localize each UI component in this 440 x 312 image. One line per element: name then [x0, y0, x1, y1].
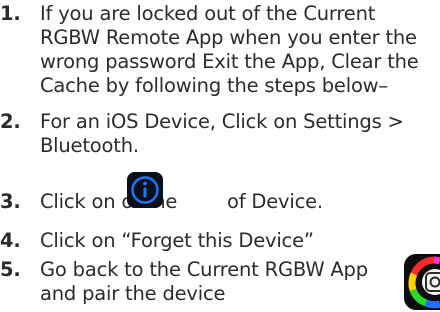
- step-text-line: and pair the device: [40, 282, 226, 305]
- step-3: 3. Click on of the of Device.: [0, 190, 425, 214]
- info-icon: [127, 172, 163, 208]
- step-number: 2.: [0, 110, 21, 133]
- step-text: Go back to the Current RGBW App and pair…: [40, 258, 430, 306]
- step-text-line: Go back to the Current RGBW App: [40, 258, 368, 281]
- step-text-line: For an iOS Device, Click on Settings >: [40, 110, 404, 133]
- step-text-line: Bluetooth.: [40, 134, 139, 157]
- step-text-line: Cache by following the steps below–: [40, 74, 388, 97]
- step-4: 4. Click on “Forget this Device”: [0, 229, 425, 253]
- step-text: For an iOS Device, Click on Settings > B…: [40, 110, 430, 158]
- step-2: 2. For an iOS Device, Click on Settings …: [0, 110, 425, 158]
- step-text-after-icon: of Device.: [227, 190, 323, 213]
- step-5: 5. Go back to the Current RGBW App and p…: [0, 258, 425, 306]
- rgbw-app-icon: [404, 252, 440, 312]
- step-number: 4.: [0, 229, 21, 252]
- step-number: 3.: [0, 190, 21, 213]
- step-number: 1.: [0, 2, 21, 25]
- step-text-line: Click on “Forget this Device”: [40, 229, 314, 252]
- step-text: If you are locked out of the Current RGB…: [40, 2, 430, 98]
- step-text-line: RGBW Remote App when you enter the: [40, 26, 417, 49]
- step-1: 1. If you are locked out of the Current …: [0, 2, 425, 98]
- step-text-line: If you are locked out of the Current: [40, 2, 376, 25]
- step-number: 5.: [0, 258, 21, 281]
- step-text-line: wrong password Exit the App, Clear the: [40, 50, 419, 73]
- step-text: Click on “Forget this Device”: [40, 229, 430, 253]
